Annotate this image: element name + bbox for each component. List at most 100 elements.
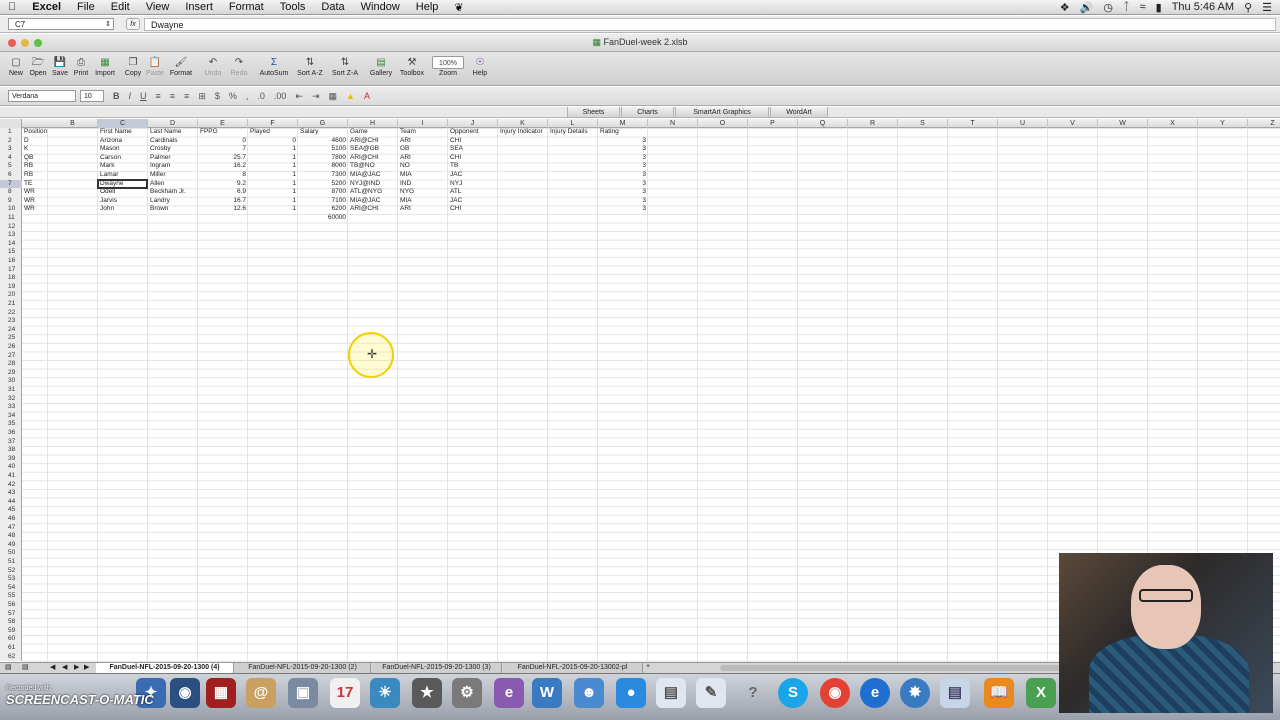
add-sheet-icon[interactable]: +: [646, 663, 650, 670]
cell-i1[interactable]: Team: [398, 128, 448, 137]
cell-g6[interactable]: 7300: [298, 171, 348, 180]
row-header-43[interactable]: 43: [0, 489, 22, 498]
cell-a7[interactable]: TE: [22, 180, 48, 189]
tab-charts[interactable]: Charts: [621, 107, 674, 118]
script-icon[interactable]: ❦: [446, 1, 471, 14]
row-header-8[interactable]: 8: [0, 188, 22, 197]
cell-m8[interactable]: 3: [598, 188, 648, 197]
cell-a5[interactable]: RB: [22, 162, 48, 171]
sheet-tab-1[interactable]: FanDuel-NFL-2015-09-20-1300 (4): [96, 663, 234, 673]
cell-e2[interactable]: 0: [198, 137, 248, 146]
format-painter-button[interactable]: 🖌 Format: [167, 54, 195, 84]
cell-a6[interactable]: RB: [22, 171, 48, 180]
safari-icon[interactable]: ✸: [900, 678, 930, 708]
column-header-z[interactable]: Z: [1248, 119, 1280, 128]
row-header-20[interactable]: 20: [0, 291, 22, 300]
cell-a10[interactable]: WR: [22, 205, 48, 214]
cell-h5[interactable]: TB@NO: [348, 162, 398, 171]
cell-d6[interactable]: Miller: [148, 171, 198, 180]
cell-k1[interactable]: Injury Indicator: [498, 128, 548, 137]
row-header-29[interactable]: 29: [0, 369, 22, 378]
name-box[interactable]: C7 ⇕: [8, 18, 114, 30]
cell-a8[interactable]: WR: [22, 188, 48, 197]
apple-icon[interactable]: : [0, 1, 24, 13]
row-header-18[interactable]: 18: [0, 274, 22, 283]
menu-edit[interactable]: Edit: [103, 1, 138, 13]
column-header-n[interactable]: N: [648, 119, 698, 128]
row-header-3[interactable]: 3: [0, 145, 22, 154]
horizontal-scrollbar[interactable]: [720, 665, 1060, 671]
column-header-d[interactable]: D: [148, 119, 198, 128]
cell-g7[interactable]: 5200: [298, 180, 348, 189]
calendar-icon[interactable]: 17: [330, 678, 360, 708]
row-header-34[interactable]: 34: [0, 412, 22, 421]
cell-a4[interactable]: QB: [22, 154, 48, 163]
cell-j6[interactable]: JAC: [448, 171, 498, 180]
cell-f3[interactable]: 1: [248, 145, 298, 154]
row-header-2[interactable]: 2: [0, 137, 22, 146]
italic-icon[interactable]: I: [129, 91, 132, 101]
percent-icon[interactable]: %: [229, 91, 237, 101]
cell-i2[interactable]: ARI: [398, 137, 448, 146]
row-header-40[interactable]: 40: [0, 463, 22, 472]
row-header-22[interactable]: 22: [0, 309, 22, 318]
row-header-23[interactable]: 23: [0, 317, 22, 326]
cell-j10[interactable]: CHI: [448, 205, 498, 214]
cell-d8[interactable]: Beckham Jr.: [148, 188, 198, 197]
borders-icon[interactable]: ▦: [329, 91, 338, 102]
cell-c1[interactable]: First Name: [98, 128, 148, 137]
help-viewer-icon[interactable]: ?: [738, 678, 768, 708]
row-header-11[interactable]: 11: [0, 214, 22, 223]
cell-m9[interactable]: 3: [598, 197, 648, 206]
chrome-icon[interactable]: ◉: [820, 678, 850, 708]
new-button[interactable]: ▢ New: [6, 54, 26, 84]
system-preferences-icon[interactable]: ⚙: [452, 678, 482, 708]
cell-g2[interactable]: 4600: [298, 137, 348, 146]
save-button[interactable]: 💾 Save: [50, 54, 70, 84]
column-header-q[interactable]: Q: [798, 119, 848, 128]
row-header-44[interactable]: 44: [0, 498, 22, 507]
sheet-nav-last-icon[interactable]: ▶: [84, 663, 89, 671]
clock-label[interactable]: Thu 5:46 AM: [1172, 1, 1234, 13]
row-header-4[interactable]: 4: [0, 154, 22, 163]
row-header-12[interactable]: 12: [0, 223, 22, 232]
sheet-tab-2[interactable]: FanDuel-NFL-2015-09-20-1300 (2): [235, 663, 371, 673]
row-header-32[interactable]: 32: [0, 395, 22, 404]
row-header-62[interactable]: 62: [0, 653, 22, 662]
cell-h6[interactable]: MIA@JAC: [348, 171, 398, 180]
tab-smartart[interactable]: SmartArt Graphics: [675, 107, 769, 118]
row-header-52[interactable]: 52: [0, 567, 22, 576]
row-header-5[interactable]: 5: [0, 162, 22, 171]
column-header-h[interactable]: H: [348, 119, 398, 128]
cell-i7[interactable]: IND: [398, 180, 448, 189]
cell-m2[interactable]: 3: [598, 137, 648, 146]
cell-i8[interactable]: NYG: [398, 188, 448, 197]
excel-dock-icon[interactable]: X: [1026, 678, 1056, 708]
battery-icon[interactable]: ▮: [1156, 1, 1162, 14]
row-header-21[interactable]: 21: [0, 300, 22, 309]
align-center-icon[interactable]: ≡: [170, 91, 175, 101]
column-header-s[interactable]: S: [898, 119, 948, 128]
cell-d9[interactable]: Landry: [148, 197, 198, 206]
cell-f9[interactable]: 1: [248, 197, 298, 206]
menu-insert[interactable]: Insert: [177, 1, 221, 13]
indent-icon[interactable]: ⇥: [312, 91, 320, 102]
row-header-7[interactable]: 7: [0, 179, 22, 189]
row-header-31[interactable]: 31: [0, 386, 22, 395]
cell-c8[interactable]: Odell: [98, 188, 148, 197]
cell-a2[interactable]: D: [22, 137, 48, 146]
row-header-39[interactable]: 39: [0, 455, 22, 464]
row-header-60[interactable]: 60: [0, 635, 22, 644]
cell-i9[interactable]: MIA: [398, 197, 448, 206]
font-color-icon[interactable]: A: [364, 91, 370, 101]
menu-view[interactable]: View: [138, 1, 178, 13]
cell-i4[interactable]: ARI: [398, 154, 448, 163]
row-header-15[interactable]: 15: [0, 248, 22, 257]
decrease-decimal-icon[interactable]: .00: [274, 91, 287, 101]
cell-h9[interactable]: MIA@JAC: [348, 197, 398, 206]
open-button[interactable]: 🗁 Open: [28, 54, 48, 84]
cell-h2[interactable]: ARI@CHI: [348, 137, 398, 146]
cell-m1[interactable]: Rating: [598, 128, 648, 137]
cell-h3[interactable]: SEA@GB: [348, 145, 398, 154]
menu-tools[interactable]: Tools: [272, 1, 314, 13]
